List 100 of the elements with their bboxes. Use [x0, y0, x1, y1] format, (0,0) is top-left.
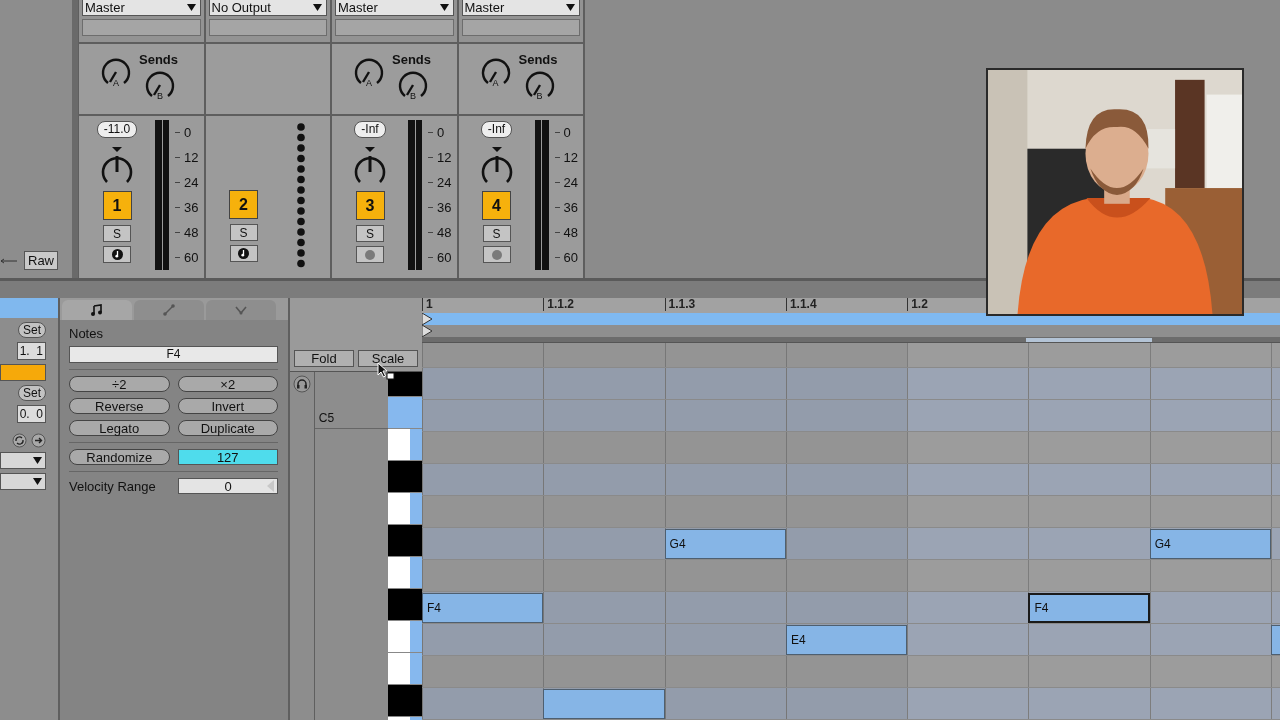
arrow-icon	[0, 256, 18, 265]
input-field[interactable]	[82, 19, 201, 36]
note-field[interactable]: F4	[69, 346, 278, 363]
output-dropdown[interactable]: Master	[461, 0, 580, 16]
meter-scale-label: 60	[554, 250, 578, 265]
output-dropdown[interactable]: Master	[82, 0, 201, 16]
output-dropdown[interactable]: No Output	[208, 0, 327, 16]
send-knob-icon[interactable]	[143, 69, 177, 99]
set-button[interactable]: Set	[18, 385, 46, 401]
volume-value[interactable]: -Inf	[480, 121, 513, 138]
fold-button[interactable]: Fold	[294, 350, 354, 367]
meter-scale-label: 24	[554, 175, 578, 190]
send-knob-icon[interactable]	[352, 56, 386, 86]
midi-note[interactable]: E4	[785, 625, 908, 655]
knob-label: B	[410, 91, 416, 101]
meter-scale-label: 12	[428, 150, 452, 165]
midi-note[interactable]: F4	[1028, 593, 1150, 623]
meter-scale-label: 48	[554, 225, 578, 240]
knob-label: B	[536, 91, 543, 101]
meter-scale-label: 48	[175, 225, 199, 240]
solo-button[interactable]: S	[103, 225, 131, 242]
key-label: C5	[318, 411, 335, 425]
velocity-range-label: Velocity Range	[69, 478, 156, 494]
midi-note[interactable]: G4	[1149, 529, 1272, 559]
midi-note[interactable]: F4	[422, 593, 544, 623]
cursor-icon	[377, 362, 395, 380]
edit-button[interactable]: ×2	[177, 376, 278, 392]
clip-header	[0, 298, 58, 318]
monitor-icon	[111, 249, 123, 260]
velocity-range-field[interactable]: 0	[178, 478, 278, 494]
caret-icon	[439, 4, 449, 11]
tab[interactable]	[62, 300, 132, 320]
arm-button[interactable]	[103, 246, 131, 263]
scale-button[interactable]: Scale	[358, 350, 418, 367]
track-activator-button[interactable]: 1	[102, 191, 132, 220]
midi-note[interactable]	[543, 689, 665, 719]
sends-label: Sends	[139, 52, 178, 67]
meter-scale-label: 24	[428, 175, 452, 190]
position-field[interactable]: 0. 0	[16, 405, 46, 423]
ruler-label: 1.1.3	[664, 298, 786, 311]
meter-scale-label: 12	[175, 150, 199, 165]
randomize-button[interactable]: Randomize	[69, 449, 170, 465]
music-note-icon	[91, 304, 103, 316]
dot-icon	[365, 249, 375, 260]
volume-value[interactable]: -11.0	[96, 121, 138, 138]
meter-scale-label: 48	[428, 225, 452, 240]
ruler-label: 1	[422, 298, 544, 311]
caret-icon	[566, 4, 575, 11]
knob-label: A	[366, 78, 372, 88]
input-field[interactable]	[335, 19, 454, 36]
chevron-icon	[235, 305, 247, 315]
loop-icon[interactable]	[12, 433, 27, 448]
dropdown[interactable]	[0, 452, 46, 469]
track-activator-button[interactable]: 2	[229, 190, 258, 219]
piano-key[interactable]	[388, 372, 422, 397]
output-dropdown[interactable]: Master	[335, 0, 454, 16]
ruler-label: 1.1.2	[543, 298, 665, 311]
solo-button[interactable]: S	[356, 225, 384, 242]
edit-button[interactable]: Reverse	[69, 398, 170, 414]
piano-key[interactable]	[388, 685, 422, 717]
send-knob-icon[interactable]	[396, 69, 430, 99]
piano-key[interactable]	[388, 461, 422, 493]
envelope-icon	[163, 304, 175, 316]
volume-value[interactable]: -Inf	[354, 121, 386, 138]
dot-icon	[491, 249, 502, 260]
piano-key[interactable]	[388, 589, 422, 621]
edit-button[interactable]: Duplicate	[177, 420, 278, 436]
caret-icon	[33, 478, 42, 485]
meter-scale-label: 60	[428, 250, 452, 265]
input-field[interactable]	[208, 19, 327, 36]
piano-key[interactable]	[388, 525, 422, 557]
meter-scale-label: 36	[428, 200, 452, 215]
headphones-icon[interactable]	[292, 375, 311, 393]
amount-field[interactable]: 127	[177, 449, 278, 465]
solo-button[interactable]: S	[229, 224, 258, 241]
sends-label: Sends	[518, 52, 558, 67]
loop-bar[interactable]	[422, 313, 1280, 325]
edit-button[interactable]: Invert	[177, 398, 278, 414]
track-activator-button[interactable]: 3	[355, 191, 385, 220]
meter-scale-label: 36	[175, 200, 199, 215]
knob-label: A	[492, 78, 499, 88]
caret-icon	[186, 4, 196, 11]
arm-button[interactable]	[229, 245, 258, 262]
edit-button[interactable]: ÷2	[69, 376, 170, 392]
caret-icon	[33, 457, 42, 464]
input-field[interactable]	[461, 19, 580, 36]
midi-note[interactable]: G4	[664, 529, 786, 559]
edit-button[interactable]: Legato	[69, 420, 170, 436]
meter-scale-label: 60	[175, 250, 199, 265]
send-knob-icon[interactable]	[99, 56, 133, 86]
ruler-label: 1.1.4	[785, 298, 908, 311]
position-field[interactable]: 1. 1	[16, 342, 46, 360]
knob-label: B	[157, 91, 163, 101]
solo-button[interactable]: S	[482, 225, 511, 242]
track-activator-button[interactable]: 4	[482, 191, 511, 220]
dropdown[interactable]	[0, 473, 46, 490]
set-button[interactable]: Set	[18, 322, 46, 338]
raw-button[interactable]: Raw	[24, 251, 58, 270]
panel-title: Notes	[69, 326, 104, 341]
triangle-icon	[267, 480, 274, 492]
